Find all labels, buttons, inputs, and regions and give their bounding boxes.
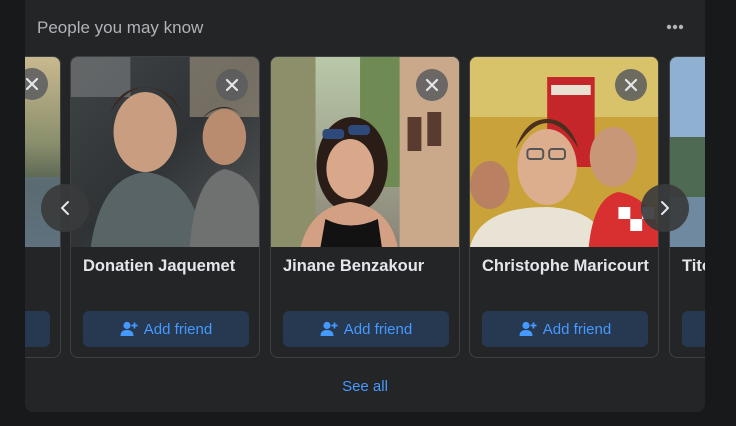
friend-suggestion-card[interactable]: Donatien Jaquemet Add friend xyxy=(70,56,260,358)
section-title: People you may know xyxy=(37,18,204,37)
dismiss-button[interactable] xyxy=(216,69,248,101)
user-plus-icon xyxy=(120,321,138,336)
friend-suggestion-card[interactable]: Christophe Maricourt Add friend xyxy=(469,56,659,358)
people-you-may-know-panel: People you may know Donatien Jaquemet Ad… xyxy=(25,0,705,412)
close-icon xyxy=(624,78,638,92)
add-friend-button[interactable] xyxy=(682,311,705,347)
dismiss-button[interactable] xyxy=(416,69,448,101)
add-friend-button[interactable] xyxy=(25,311,50,347)
add-friend-label: Add friend xyxy=(343,320,413,338)
carousel-next-button[interactable] xyxy=(641,184,689,232)
dismiss-button[interactable] xyxy=(615,69,647,101)
friend-name[interactable]: Donatien Jaquemet xyxy=(83,257,235,276)
friend-suggestion-card[interactable]: Jinane Benzakour Add friend xyxy=(270,56,460,358)
close-icon xyxy=(25,77,39,91)
more-dots-icon xyxy=(666,24,684,30)
friend-name[interactable]: Tito xyxy=(682,257,705,276)
chevron-right-icon xyxy=(661,201,669,215)
user-plus-icon xyxy=(320,321,338,336)
more-options-button[interactable] xyxy=(662,14,688,40)
carousel-previous-button[interactable] xyxy=(41,184,89,232)
add-friend-button[interactable]: Add friend xyxy=(482,311,648,347)
add-friend-button[interactable]: Add friend xyxy=(283,311,449,347)
chevron-left-icon xyxy=(61,201,69,215)
add-friend-label: Add friend xyxy=(143,320,213,338)
close-icon xyxy=(425,78,439,92)
friend-name[interactable]: Christophe Maricourt xyxy=(482,257,649,276)
friend-name[interactable]: Jinane Benzakour xyxy=(283,257,424,276)
see-all-link[interactable]: See all xyxy=(25,378,705,395)
add-friend-label: Add friend xyxy=(542,320,612,338)
close-icon xyxy=(225,78,239,92)
user-plus-icon xyxy=(519,321,537,336)
add-friend-button[interactable]: Add friend xyxy=(83,311,249,347)
